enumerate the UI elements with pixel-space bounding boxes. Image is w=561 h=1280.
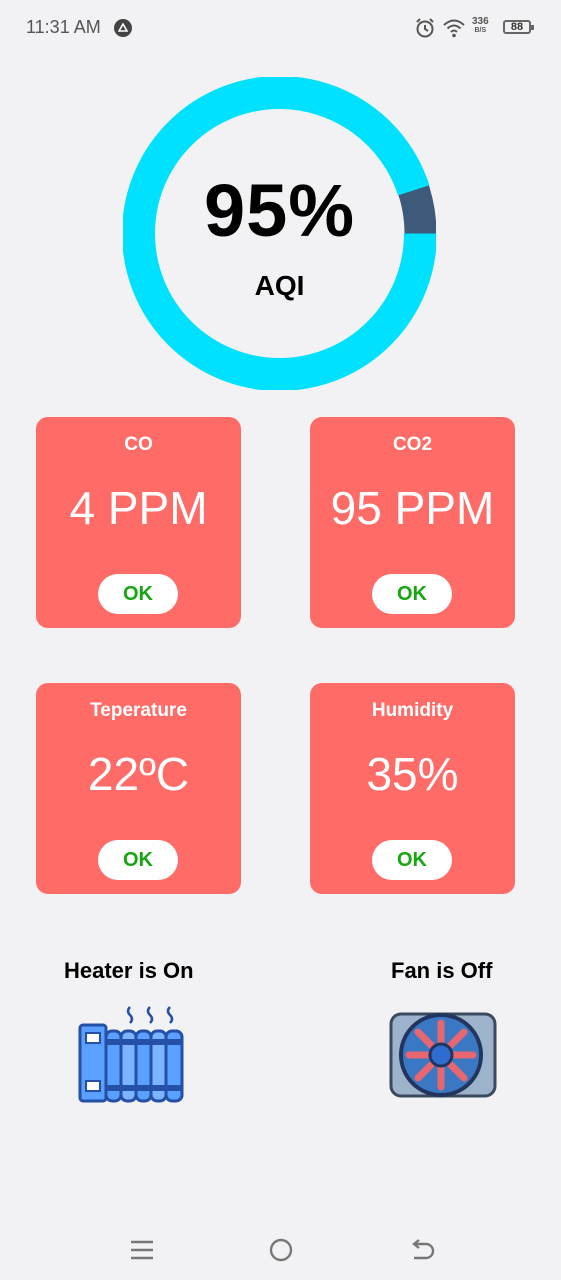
status-bar: 11:31 AM 336 B/S 88	[0, 0, 561, 56]
card-title: CO2	[392, 434, 433, 455]
back-icon[interactable]	[406, 1238, 436, 1262]
battery-level: 88	[510, 21, 524, 33]
humidity-status-button[interactable]: OK	[372, 840, 452, 880]
heater-icon[interactable]	[78, 1005, 188, 1103]
aqi-label: AQI	[254, 270, 305, 301]
co-status-button[interactable]: OK	[98, 574, 178, 614]
app-notification-icon	[114, 19, 132, 37]
menu-icon[interactable]	[127, 1238, 157, 1262]
fan-icon[interactable]	[389, 1010, 497, 1100]
temperature-card: Teperature 22ºC OK	[36, 683, 241, 894]
alarm-icon	[416, 18, 434, 38]
network-speed-unit: B/S	[474, 27, 487, 34]
network-speed: 336 B/S	[472, 17, 489, 35]
card-value: 95 PPM	[330, 482, 495, 534]
card-value: 35%	[366, 748, 459, 800]
card-value: 4 PPM	[69, 482, 208, 534]
network-speed-value: 336	[472, 16, 489, 27]
aqi-value: 95%	[203, 169, 356, 252]
co2-status-button[interactable]: OK	[372, 574, 452, 614]
co-card: CO 4 PPM OK	[36, 417, 241, 628]
temperature-status-button[interactable]: OK	[98, 840, 178, 880]
card-title: Teperature	[90, 700, 187, 721]
wifi-icon	[443, 19, 465, 38]
home-icon[interactable]	[266, 1238, 296, 1262]
card-value: 22ºC	[87, 748, 190, 800]
humidity-card: Humidity 35% OK	[310, 683, 515, 894]
co2-card: CO2 95 PPM OK	[310, 417, 515, 628]
status-time: 11:31 AM	[26, 17, 101, 37]
card-title: Humidity	[371, 700, 454, 721]
battery-icon: 88	[503, 20, 534, 34]
fan-status-label: Fan is Off	[391, 958, 493, 983]
heater-status-label: Heater is On	[64, 958, 194, 983]
card-title: CO	[124, 434, 153, 455]
